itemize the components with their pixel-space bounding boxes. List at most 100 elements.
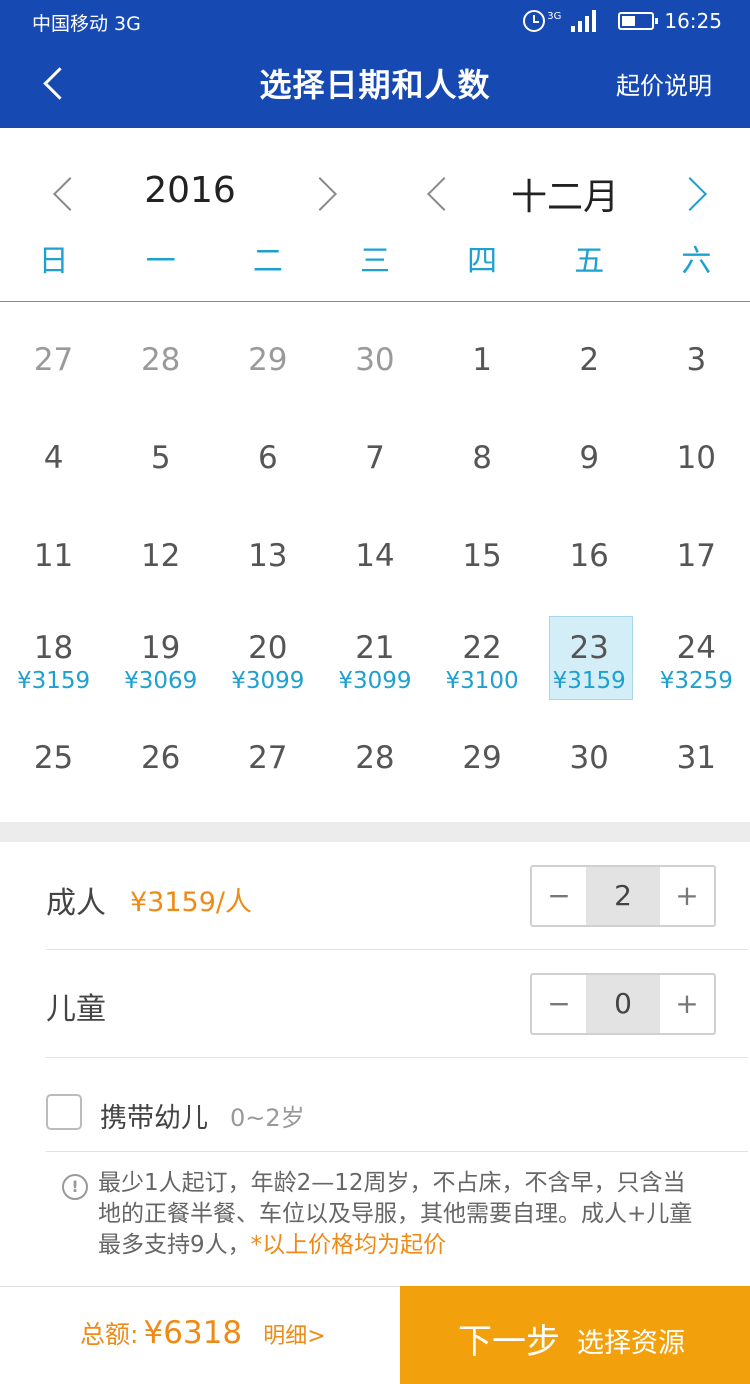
notice-highlight: *以上价格均为起价 <box>250 1232 447 1258</box>
calendar-day[interactable]: 21 ¥3099 <box>321 606 428 710</box>
day-number: 18 <box>33 630 74 666</box>
calendar-day[interactable]: 18 ¥3159 <box>0 606 107 710</box>
info-icon <box>62 1174 88 1200</box>
calendar-day: 10 <box>643 410 750 508</box>
calendar-grid: 27 28 29 30 1 2 3 4 5 6 7 8 9 10 11 12 13 14 15 16 17 18 ¥3159… <box>0 312 750 808</box>
price-explanation-link[interactable]: 起价说明 <box>616 66 712 101</box>
day-number: 31 <box>676 740 717 776</box>
infant-checkbox[interactable] <box>46 1094 82 1130</box>
infant-row: 携带幼儿 0~2岁 <box>46 1058 748 1152</box>
calendar-day[interactable]: 22 ¥3100 <box>429 606 536 710</box>
calendar-day: 27 <box>0 312 107 410</box>
adult-label: 成人 <box>46 886 106 921</box>
calendar-day: 1 <box>429 312 536 410</box>
detail-link[interactable]: 明细> <box>263 1324 325 1349</box>
day-number: 24 <box>676 630 717 666</box>
next-year-icon[interactable] <box>306 172 346 212</box>
adult-row: 成人 ¥3159/人 − 2 + <box>46 842 748 950</box>
section-divider <box>0 822 750 842</box>
child-minus-button[interactable]: − <box>532 975 586 1033</box>
clock: 16:25 <box>664 9 722 33</box>
child-plus-button[interactable]: + <box>660 975 714 1033</box>
bottom-bar: 总额: ¥6318 明细> 下一步 选择资源 <box>0 1286 750 1384</box>
calendar-day[interactable]: 20 ¥3099 <box>214 606 321 710</box>
calendar-day: 17 <box>643 508 750 606</box>
day-number: 25 <box>33 740 74 776</box>
day-number: 28 <box>140 342 181 378</box>
prev-year-icon[interactable] <box>44 172 84 212</box>
calendar-day: 30 <box>536 710 643 808</box>
day-number: 26 <box>140 740 181 776</box>
prev-month-icon[interactable] <box>418 172 458 212</box>
calendar-day: 29 <box>429 710 536 808</box>
calendar-day: 7 <box>321 410 428 508</box>
calendar-week: 11 12 13 14 15 16 17 <box>0 508 750 606</box>
day-price: ¥3159 <box>552 668 626 694</box>
calendar-day: 2 <box>536 312 643 410</box>
calendar-day: 28 <box>321 710 428 808</box>
adult-plus-button[interactable]: + <box>660 867 714 925</box>
day-number: 6 <box>257 440 278 476</box>
next-month-icon[interactable] <box>676 172 716 212</box>
day-number: 10 <box>676 440 717 476</box>
adult-minus-button[interactable]: − <box>532 867 586 925</box>
day-price: ¥3159 <box>16 668 91 694</box>
day-number: 4 <box>43 440 64 476</box>
next-step-button[interactable]: 下一步 选择资源 <box>400 1286 750 1384</box>
year-label: 2016 <box>144 170 236 211</box>
day-number: 15 <box>462 538 502 574</box>
calendar-day: 26 <box>107 710 214 808</box>
signal-icon <box>571 10 597 32</box>
day-number: 29 <box>248 342 288 378</box>
total-amount: ¥6318 <box>143 1315 243 1351</box>
weekday-label: 五 <box>574 244 605 279</box>
calendar-day: 28 <box>107 312 214 410</box>
child-stepper: − 0 + <box>530 973 716 1035</box>
status-icons: 3G 16:25 <box>523 6 722 36</box>
title-bar: 选择日期和人数 起价说明 <box>0 42 750 128</box>
day-number: 13 <box>248 538 288 574</box>
child-count: 0 <box>586 975 660 1033</box>
day-price: ¥3099 <box>231 668 305 694</box>
calendar-week: 27 28 29 30 1 2 3 <box>0 312 750 410</box>
day-number: 27 <box>33 342 74 378</box>
day-number: 21 <box>355 630 395 666</box>
battery-icon <box>618 12 659 30</box>
calendar-day: 6 <box>214 410 321 508</box>
calendar-day[interactable]: 24 ¥3259 <box>643 606 750 710</box>
total-summary: 总额: ¥6318 明细> <box>80 1315 326 1351</box>
day-number: 7 <box>365 440 385 476</box>
calendar-day: 25 <box>0 710 107 808</box>
day-number: 23 <box>569 630 609 666</box>
day-number: 2 <box>579 342 600 378</box>
calendar-day: 27 <box>214 710 321 808</box>
calendar-day: 11 <box>0 508 107 606</box>
month-label: 十二月 <box>510 177 619 218</box>
alarm-icon <box>523 10 546 32</box>
calendar-day[interactable]: 19 ¥3069 <box>107 606 214 710</box>
day-number: 17 <box>676 538 717 574</box>
infant-label: 携带幼儿 <box>100 1103 208 1134</box>
day-number: 28 <box>355 740 395 776</box>
day-number: 29 <box>462 740 502 776</box>
day-number: 30 <box>569 740 609 776</box>
carrier-label: 中国移动 3G <box>32 13 141 35</box>
child-row: 儿童 − 0 + <box>46 950 748 1058</box>
weekday-label: 三 <box>359 244 390 279</box>
day-number: 20 <box>248 630 288 666</box>
day-number: 3 <box>686 342 707 378</box>
weekday-label: 六 <box>681 244 712 279</box>
weekday-label: 一 <box>145 244 176 279</box>
status-bar: 中国移动 3G 3G 16:25 <box>0 0 750 42</box>
day-number: 9 <box>579 440 600 476</box>
calendar-day: 9 <box>536 410 643 508</box>
day-number: 1 <box>472 342 492 378</box>
calendar-day-selected[interactable]: 23 ¥3159 <box>536 606 643 710</box>
calendar-week: 18 ¥3159 19 ¥3069 20 ¥3099 21 ¥3099 22 ¥3100 23 ¥31… <box>0 606 750 710</box>
calendar-week: 25 26 27 28 29 30 31 <box>0 710 750 808</box>
day-price: ¥3069 <box>124 668 198 694</box>
calendar-day: 30 <box>321 312 428 410</box>
day-number: 30 <box>355 342 395 378</box>
total-label: 总额: <box>80 1320 139 1349</box>
weekday-label: 四 <box>467 244 498 279</box>
